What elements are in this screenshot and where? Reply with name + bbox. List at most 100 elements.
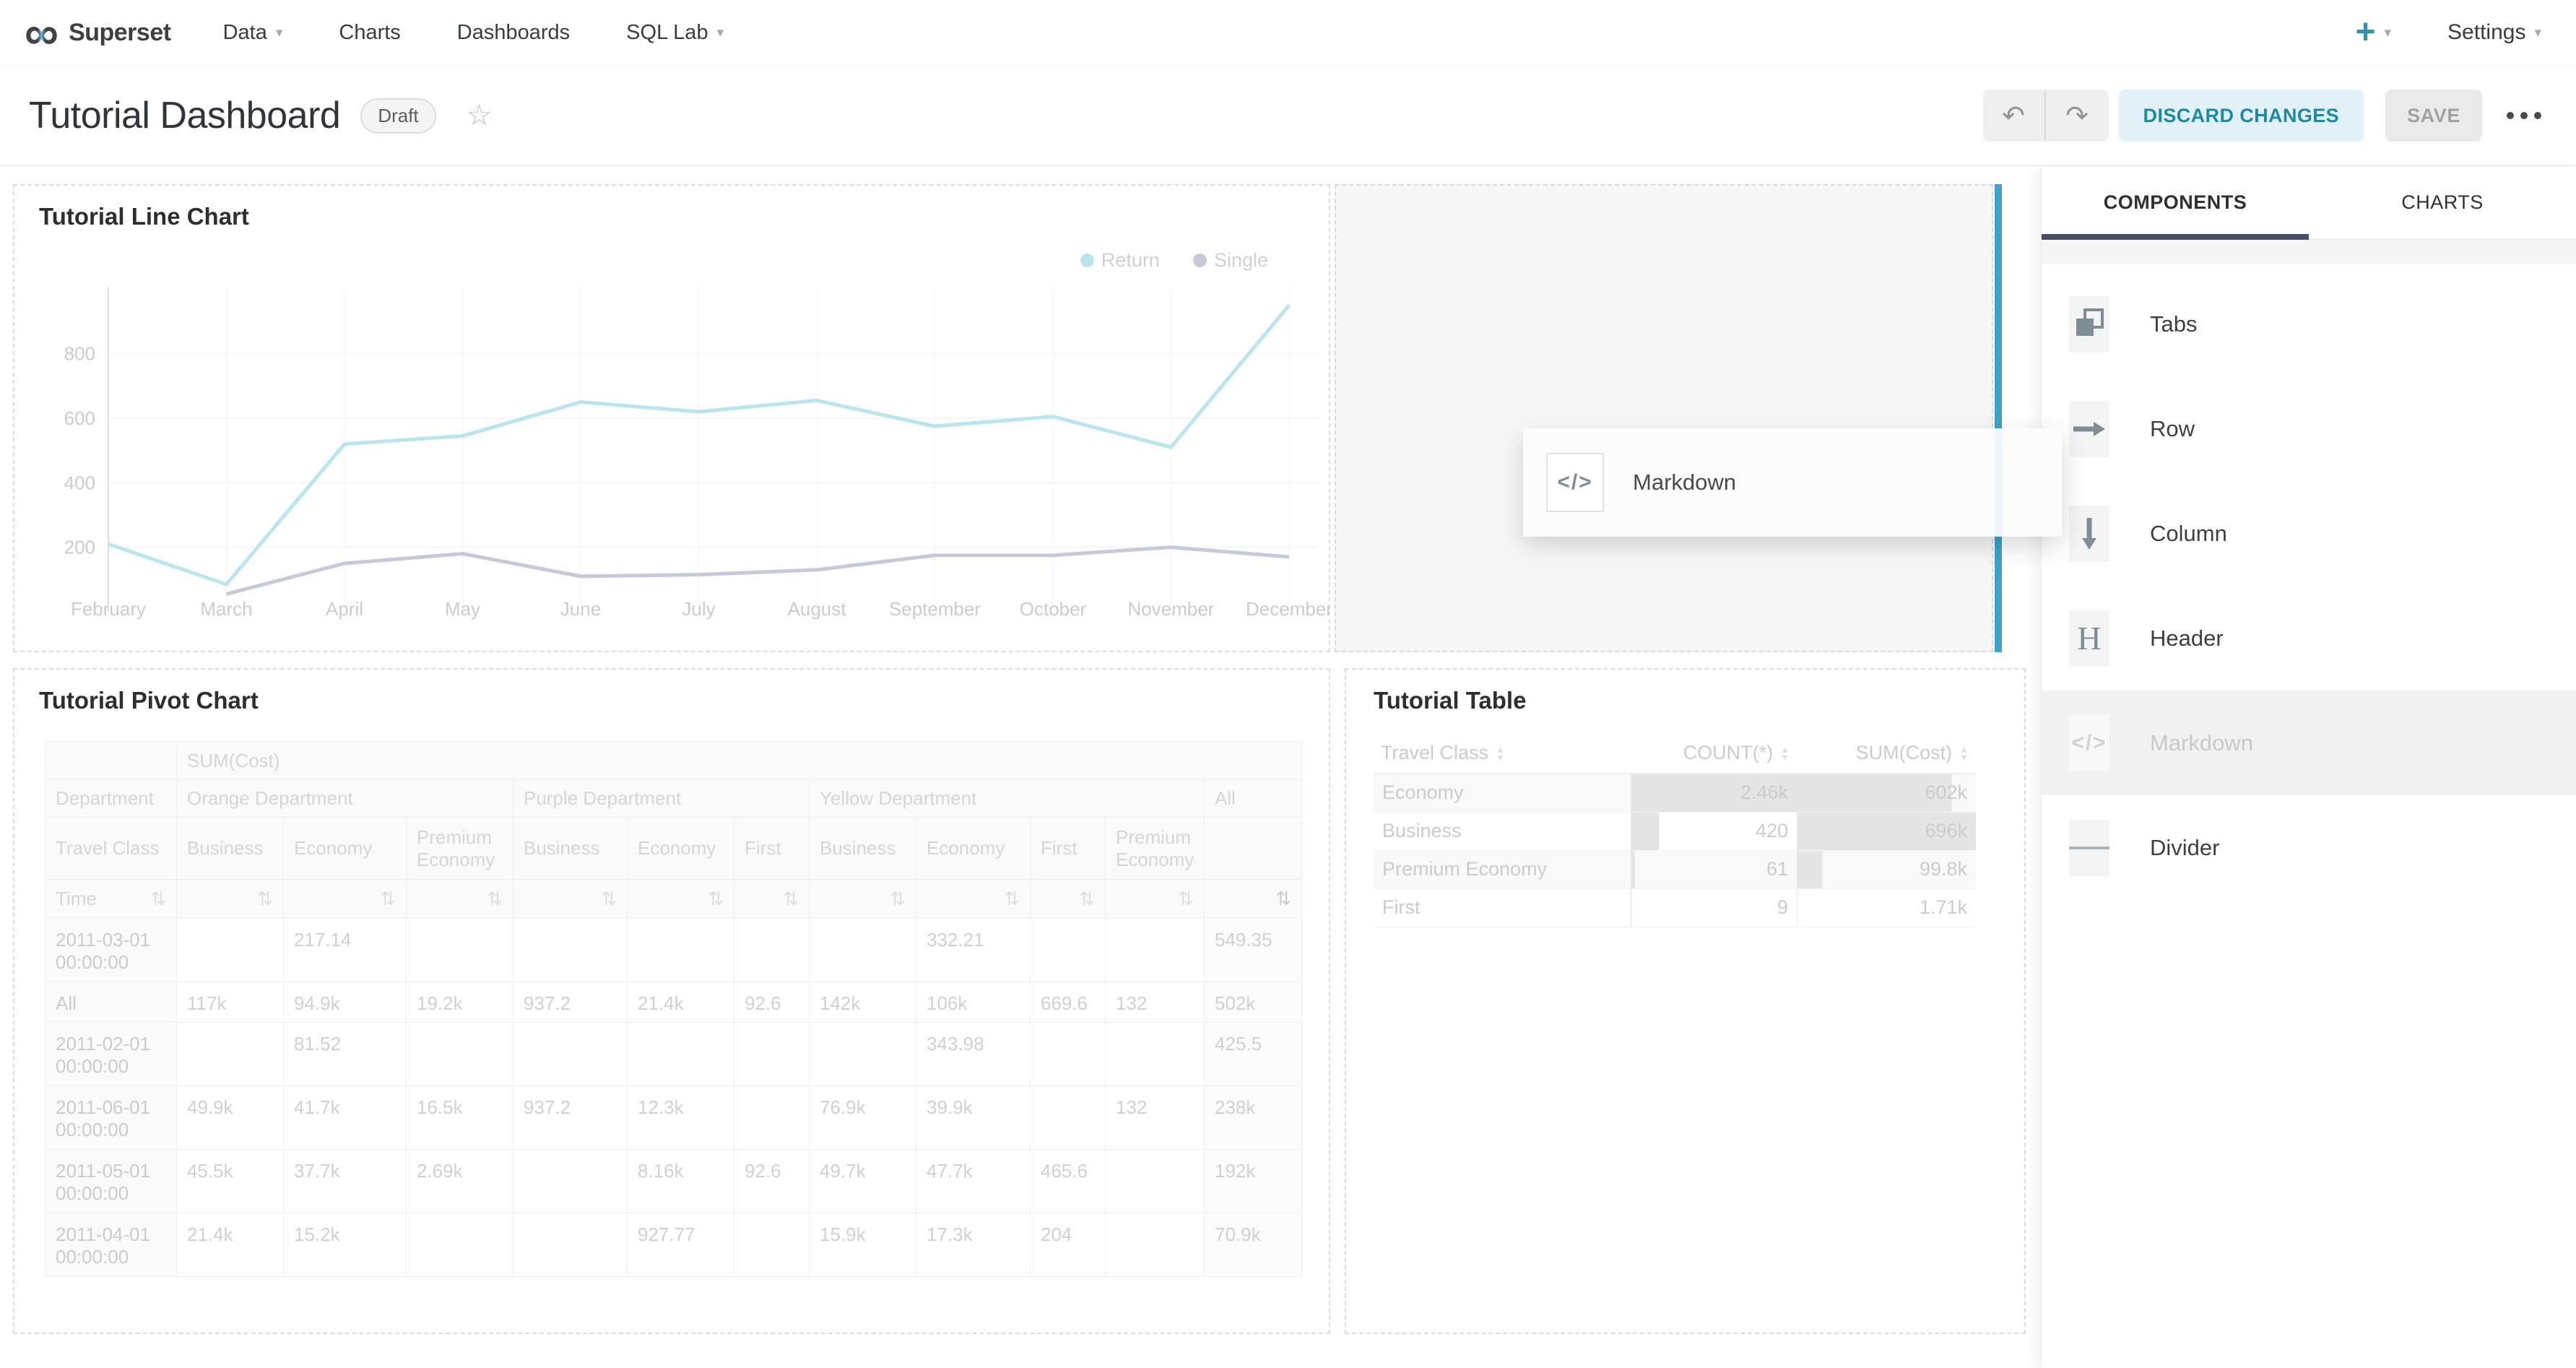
sort-icon[interactable]: ⇅ — [487, 888, 503, 910]
redo-button[interactable]: ↷ — [2046, 90, 2109, 142]
pivot-value-cell: 37.7k — [284, 1150, 407, 1213]
column-header-count[interactable]: COUNT(*)▲▼ — [1631, 733, 1797, 774]
data-table-card[interactable]: Tutorial Table Travel Class▲▼COUNT(*)▲▼S… — [1345, 668, 2026, 1334]
superset-logo[interactable]: ∞ Superset — [25, 11, 171, 54]
svg-text:800: 800 — [64, 343, 95, 365]
pivot-value-cell: 39.9k — [916, 1086, 1031, 1150]
discard-changes-button[interactable]: DISCARD CHANGES — [2119, 90, 2364, 142]
nav-item-data[interactable]: Data▾ — [223, 21, 283, 45]
sort-icon[interactable]: ⇅ — [1275, 888, 1291, 910]
pivot-value-cell — [177, 1023, 284, 1086]
sidebar-item-divider[interactable]: Divider — [2042, 795, 2576, 900]
chevron-down-icon: ▾ — [2385, 25, 2392, 41]
sort-icon[interactable]: ⇅ — [380, 888, 396, 910]
legend-item-return[interactable]: Return — [1080, 249, 1160, 272]
sort-icon[interactable]: ⇅ — [601, 888, 617, 910]
pivot-class-header: Economy — [628, 818, 734, 880]
cell-sum: 602k — [1797, 774, 1976, 812]
pivot-time-header[interactable]: Time⇅ — [45, 880, 177, 919]
nav-item-sql-lab[interactable]: SQL Lab▾ — [626, 21, 724, 45]
tab-charts[interactable]: CHARTS — [2309, 166, 2576, 239]
chevron-down-icon: ▾ — [2534, 25, 2541, 41]
sidebar-strip — [2042, 240, 2576, 264]
pivot-sort-cell[interactable]: ⇅ — [810, 880, 916, 919]
sidebar-item-tabs[interactable]: Tabs — [2042, 272, 2576, 376]
undo-button[interactable]: ↶ — [1983, 90, 2046, 142]
pivot-sort-cell[interactable]: ⇅ — [284, 880, 407, 919]
nav-menu: Data▾ Charts Dashboards SQL Lab▾ — [223, 21, 724, 45]
empty-drop-zone[interactable] — [1335, 184, 1993, 652]
code-icon: </> — [1546, 453, 1604, 512]
pivot-group-header: All — [1205, 780, 1302, 818]
pivot-data-row: 2011-06-01 00:00:0049.9k41.7k16.5k937.21… — [45, 1086, 1302, 1150]
sort-icon[interactable]: ⇅ — [257, 888, 273, 910]
code-icon: </> — [2069, 715, 2109, 771]
more-options-button[interactable] — [2501, 105, 2547, 126]
sort-icon[interactable]: ⇅ — [783, 888, 799, 910]
settings-menu[interactable]: Settings ▾ — [2447, 20, 2541, 45]
pivot-sort-cell[interactable]: ⇅ — [1205, 880, 1302, 919]
save-button[interactable]: SAVE — [2385, 90, 2482, 142]
legend-item-single[interactable]: Single — [1193, 249, 1268, 272]
pivot-sort-cell[interactable]: ⇅ — [177, 880, 284, 919]
favorite-star-icon[interactable]: ☆ — [467, 99, 493, 132]
pivot-class-header: Business — [177, 818, 284, 880]
pivot-data-row: 2011-03-01 00:00:00217.14332.21549.35 — [45, 919, 1302, 982]
column-header-sum-cost[interactable]: SUM(Cost)▲▼ — [1797, 733, 1976, 774]
sidebar-item-row[interactable]: Row — [2042, 376, 2576, 481]
pivot-chart-card[interactable]: Tutorial Pivot Chart SUM(Cost)Department… — [13, 668, 1330, 1334]
sidebar-item-header[interactable]: HHeader — [2042, 586, 2576, 691]
sort-icon[interactable]: ⇅ — [1079, 888, 1095, 910]
sort-icon[interactable]: ⇅ — [1004, 888, 1020, 910]
sort-icon[interactable]: ⇅ — [1178, 888, 1194, 910]
drag-preview-label: Markdown — [1633, 469, 1736, 495]
drag-preview-markdown[interactable]: </> Markdown — [1523, 428, 2062, 537]
pivot-sort-cell[interactable]: ⇅ — [1031, 880, 1106, 919]
pivot-sort-cell[interactable]: ⇅ — [916, 880, 1031, 919]
pivot-value-cell: 106k — [916, 982, 1031, 1023]
superset-infinity-icon: ∞ — [25, 11, 58, 54]
pivot-class-header: Economy — [284, 818, 407, 880]
arrow-down-icon — [2069, 506, 2109, 562]
sort-carets-icon: ▲▼ — [1780, 745, 1790, 761]
legend-dot — [1193, 254, 1207, 267]
sidebar-item-column[interactable]: Column — [2042, 481, 2576, 586]
tab-components[interactable]: COMPONENTS — [2042, 166, 2309, 239]
pivot-sort-cell[interactable]: ⇅ — [628, 880, 734, 919]
pivot-value-cell: 117k — [177, 982, 284, 1023]
active-tab-underline — [2042, 234, 2309, 240]
cell-travel-class: First — [1374, 888, 1631, 927]
tabs-icon — [2069, 296, 2109, 352]
pivot-sort-cell[interactable]: ⇅ — [407, 880, 513, 919]
pivot-class-header: First — [734, 818, 810, 880]
nav-item-dashboards[interactable]: Dashboards — [457, 21, 570, 45]
line-chart-card[interactable]: Tutorial Line Chart 200400600800February… — [13, 184, 1330, 652]
sort-icon[interactable]: ⇅ — [890, 888, 906, 910]
pivot-value-cell: 549.35 — [1205, 919, 1302, 982]
sidebar-item-markdown[interactable]: </>Markdown — [2042, 691, 2576, 795]
svg-text:September: September — [889, 598, 981, 620]
pivot-sort-cell[interactable]: ⇅ — [513, 880, 628, 919]
svg-text:200: 200 — [64, 537, 95, 558]
cell-travel-class: Business — [1374, 812, 1631, 850]
sidebar-item-label: Header — [2150, 625, 2224, 651]
new-dropdown-button[interactable]: + ▾ — [2355, 18, 2391, 47]
pivot-value-cell — [407, 919, 513, 982]
pivot-sort-cell[interactable]: ⇅ — [1106, 880, 1205, 919]
sort-icon[interactable]: ⇅ — [150, 888, 166, 910]
pivot-value-cell — [734, 1086, 810, 1150]
chevron-down-icon: ▾ — [717, 25, 724, 41]
pivot-value-cell — [734, 919, 810, 982]
pivot-sort-cell[interactable]: ⇅ — [734, 880, 810, 919]
pivot-value-cell: 17.3k — [916, 1213, 1031, 1277]
column-header-travel-class[interactable]: Travel Class▲▼ — [1374, 733, 1631, 774]
pivot-value-cell: 669.6 — [1031, 982, 1106, 1023]
table-row: First91.71k — [1374, 888, 1976, 927]
pivot-class-header — [1205, 818, 1302, 880]
nav-item-charts[interactable]: Charts — [339, 21, 400, 45]
pivot-value-cell: 425.5 — [1205, 1023, 1302, 1086]
sort-icon[interactable]: ⇅ — [708, 888, 724, 910]
undo-redo-group: ↶ ↷ — [1983, 90, 2109, 142]
pivot-row-label: 2011-02-01 00:00:00 — [45, 1023, 177, 1086]
pivot-value-cell: 15.9k — [810, 1213, 916, 1277]
